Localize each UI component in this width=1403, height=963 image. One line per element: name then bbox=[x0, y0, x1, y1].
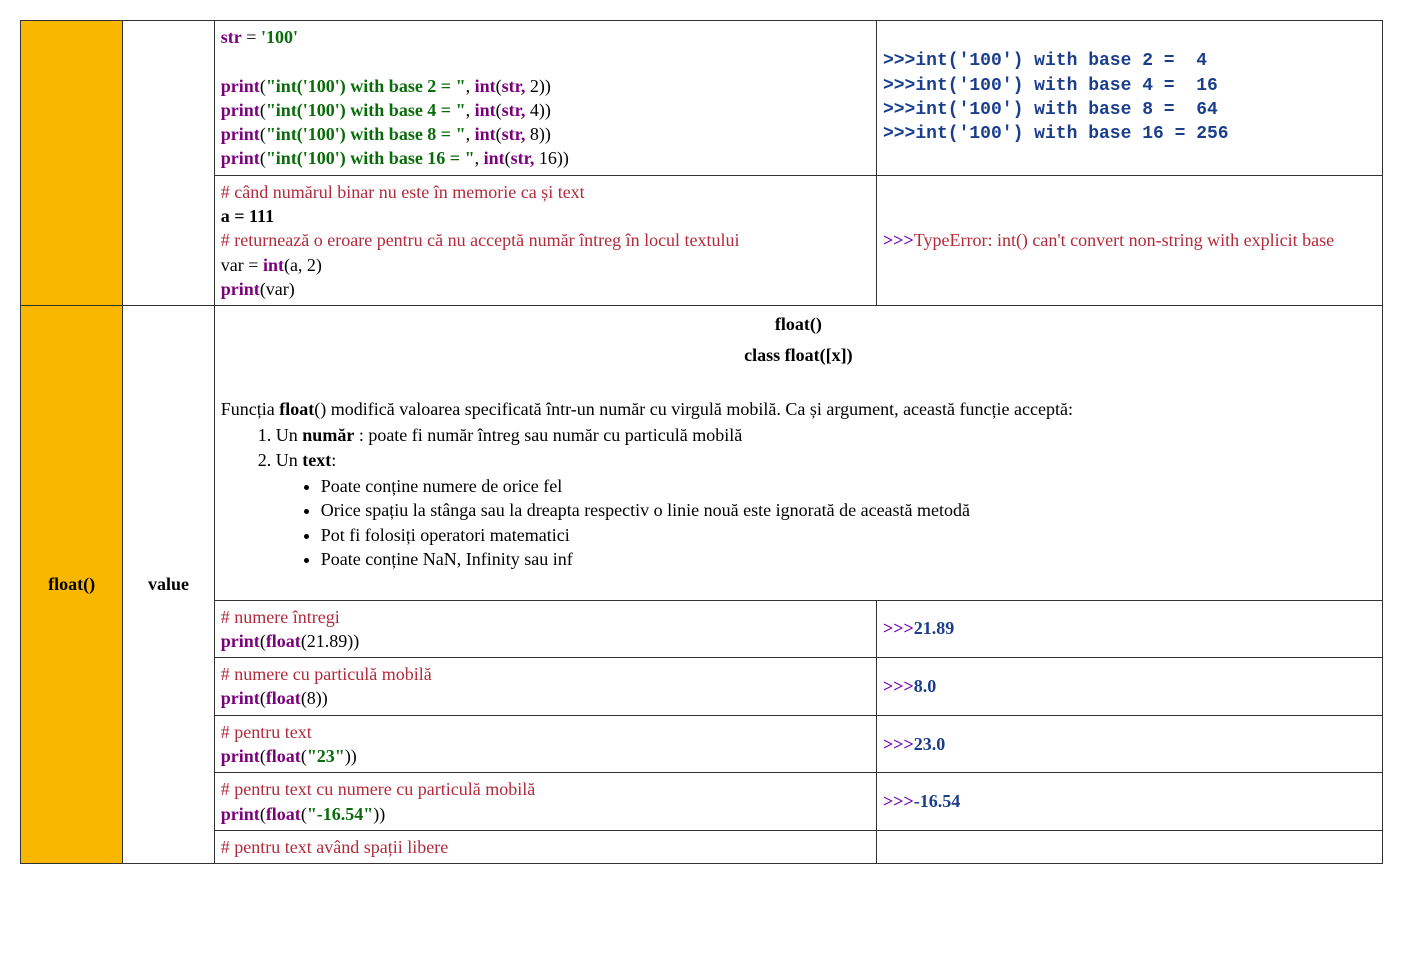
output-prompt: >>> bbox=[883, 618, 914, 638]
list-item: Poate conține NaN, Infinity sau inf bbox=[321, 547, 1376, 571]
code-token: float bbox=[266, 688, 301, 708]
float-ex3-output: >>>23.0 bbox=[876, 715, 1382, 773]
int-base-code: str = '100' print("int('100') with base … bbox=[214, 21, 876, 176]
code-token: 8)) bbox=[525, 124, 551, 144]
float-text-sublist: Poate conține numere de orice fel Orice … bbox=[276, 474, 1376, 571]
output-value: 23.0 bbox=[914, 734, 946, 754]
output-value: -16.54 bbox=[914, 791, 961, 811]
code-token: var = bbox=[221, 255, 263, 275]
code-token: (8)) bbox=[301, 688, 328, 708]
code-token: (21.89)) bbox=[301, 631, 359, 651]
output-prompt: >>> bbox=[883, 734, 914, 754]
code-token: "int('100') with base 16 = " bbox=[266, 148, 475, 168]
code-token: int bbox=[475, 124, 496, 144]
code-token: '100' bbox=[261, 27, 298, 47]
code-token: int bbox=[263, 255, 284, 275]
code-comment: # pentru text având spații libere bbox=[221, 837, 448, 857]
code-token: "-16.54" bbox=[307, 804, 373, 824]
int-error-output: >>>TypeError: int() can't convert non-st… bbox=[876, 175, 1382, 305]
code-token: "int('100') with base 2 = " bbox=[266, 76, 466, 96]
code-token: str, bbox=[511, 148, 535, 168]
code-comment: # pentru text bbox=[221, 722, 312, 742]
code-token: float bbox=[266, 746, 301, 766]
float-ex5-output bbox=[876, 830, 1382, 863]
float-ex4-output: >>>-16.54 bbox=[876, 773, 1382, 831]
float-intro: Funcția float() modifică valoarea specif… bbox=[221, 399, 1073, 419]
code-token: int bbox=[484, 148, 505, 168]
code-token: int bbox=[475, 76, 496, 96]
code-token: str, bbox=[502, 76, 526, 96]
code-token: print bbox=[221, 148, 260, 168]
code-token: , bbox=[475, 148, 484, 168]
code-token: 4)) bbox=[525, 100, 551, 120]
code-token: = bbox=[242, 27, 261, 47]
output-line: >>>int('100') with base 8 = 64 bbox=[883, 98, 1376, 122]
float-name-cell: float() bbox=[21, 306, 123, 864]
code-token: 16)) bbox=[534, 148, 569, 168]
float-ex1-code: # numere întregi print(float(21.89)) bbox=[214, 600, 876, 658]
code-token: print bbox=[221, 804, 260, 824]
output-value: 8.0 bbox=[914, 676, 937, 696]
output-line: >>>int('100') with base 16 = 256 bbox=[883, 122, 1376, 146]
output-prompt: >>> bbox=[883, 230, 914, 250]
float-ex2-code: # numere cu particulă mobilă print(float… bbox=[214, 658, 876, 716]
output-line: >>>int('100') with base 4 = 16 bbox=[883, 74, 1376, 98]
code-token: print bbox=[221, 100, 260, 120]
code-comment: # numere cu particulă mobilă bbox=[221, 664, 432, 684]
code-comment: # returnează o eroare pentru că nu accep… bbox=[221, 230, 740, 250]
code-token: 2)) bbox=[525, 76, 551, 96]
output-error: TypeError: int() can't convert non-strin… bbox=[914, 230, 1334, 250]
code-token: print bbox=[221, 631, 260, 651]
code-token: , bbox=[466, 124, 475, 144]
int-base-output: >>>int('100') with base 2 = 4 >>>int('10… bbox=[876, 21, 1382, 176]
float-ex3-code: # pentru text print(float("23")) bbox=[214, 715, 876, 773]
float-header-1: float() bbox=[221, 312, 1376, 336]
code-token: print bbox=[221, 279, 260, 299]
float-description: float() class float([x]) Funcția float()… bbox=[214, 306, 1382, 600]
float-ex1-output: >>>21.89 bbox=[876, 600, 1382, 658]
code-token: print bbox=[221, 746, 260, 766]
output-prompt: >>> bbox=[883, 791, 914, 811]
code-token: "int('100') with base 8 = " bbox=[266, 124, 466, 144]
float-ex4-code: # pentru text cu numere cu particulă mob… bbox=[214, 773, 876, 831]
code-comment: # pentru text cu numere cu particulă mob… bbox=[221, 779, 535, 799]
code-token: float bbox=[266, 804, 301, 824]
int-error-code: # când numărul binar nu este în memorie … bbox=[214, 175, 876, 305]
list-item: Orice spațiu la stânga sau la dreapta re… bbox=[321, 498, 1376, 522]
list-item: Pot fi folosiți operatori matematici bbox=[321, 523, 1376, 547]
code-token: )) bbox=[345, 746, 357, 766]
code-token: "23" bbox=[307, 746, 345, 766]
code-token: print bbox=[221, 76, 260, 96]
float-header-2: class float([x]) bbox=[221, 343, 1376, 367]
list-item: Poate conține numere de orice fel bbox=[321, 474, 1376, 498]
int-arg-cell bbox=[123, 21, 215, 306]
code-token: , bbox=[466, 76, 475, 96]
float-arg-cell: value bbox=[123, 306, 215, 864]
code-token: int bbox=[475, 100, 496, 120]
code-token: (a, 2) bbox=[284, 255, 322, 275]
code-token: )) bbox=[373, 804, 385, 824]
output-value: 21.89 bbox=[914, 618, 955, 638]
section-color-int bbox=[21, 21, 123, 306]
code-token: print bbox=[221, 688, 260, 708]
code-token: str bbox=[221, 27, 242, 47]
doc-table: str = '100' print("int('100') with base … bbox=[20, 20, 1383, 864]
code-token: str, bbox=[502, 124, 526, 144]
list-item: Un număr : poate fi număr întreg sau num… bbox=[276, 423, 1376, 447]
code-token: , bbox=[466, 100, 475, 120]
code-token: print bbox=[221, 124, 260, 144]
output-prompt: >>> bbox=[883, 676, 914, 696]
float-ex5-code: # pentru text având spații libere bbox=[214, 830, 876, 863]
code-token: a = 111 bbox=[221, 206, 274, 226]
float-arg-list: Un număr : poate fi număr întreg sau num… bbox=[221, 423, 1376, 571]
code-token: str, bbox=[502, 100, 526, 120]
output-line: >>>int('100') with base 2 = 4 bbox=[883, 49, 1376, 73]
code-comment: # numere întregi bbox=[221, 607, 340, 627]
code-token: "int('100') with base 4 = " bbox=[266, 100, 466, 120]
code-comment: # când numărul binar nu este în memorie … bbox=[221, 182, 585, 202]
code-token: (var) bbox=[260, 279, 295, 299]
code-token: float bbox=[266, 631, 301, 651]
float-ex2-output: >>>8.0 bbox=[876, 658, 1382, 716]
list-item: Un text: Poate conține numere de orice f… bbox=[276, 448, 1376, 571]
